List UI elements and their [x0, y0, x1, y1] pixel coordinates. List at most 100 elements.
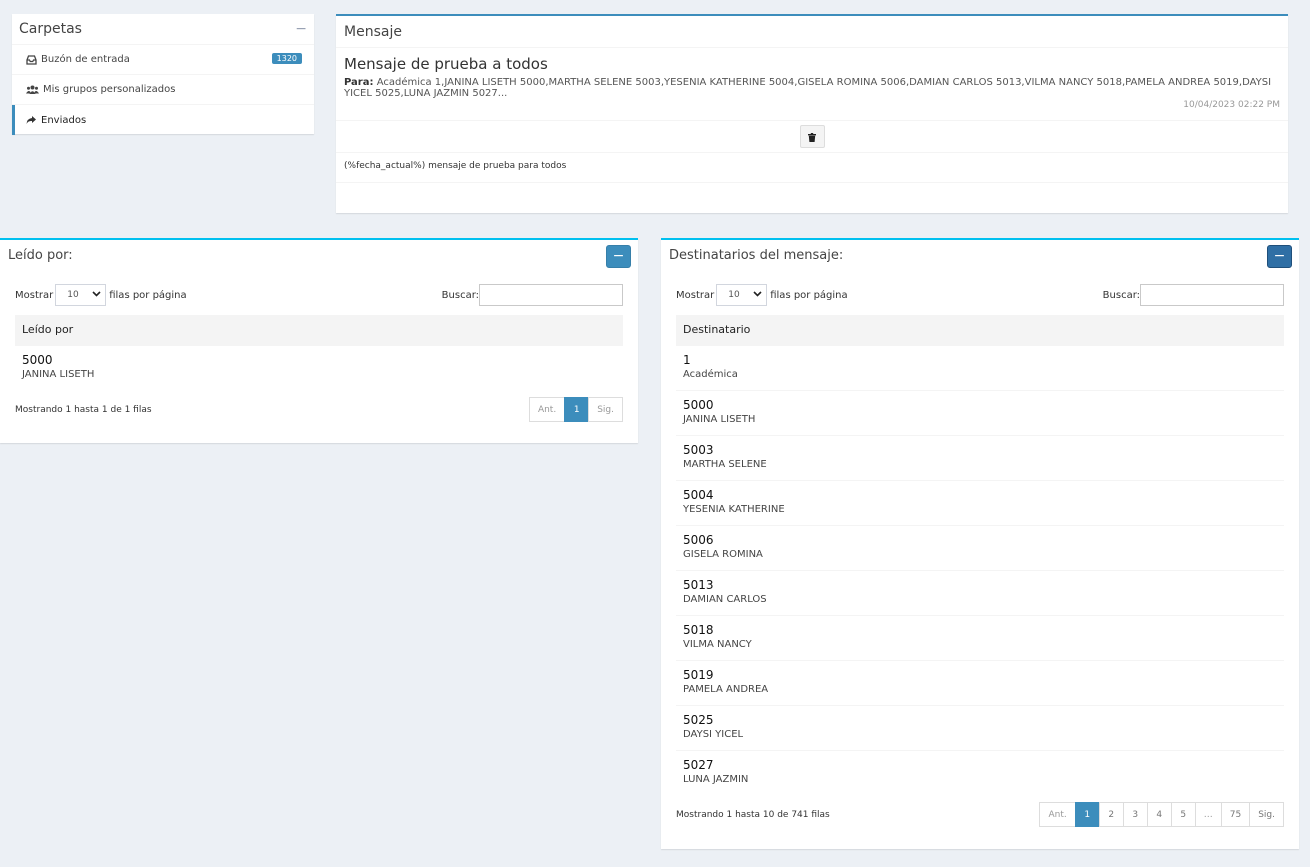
minus-icon: −	[612, 248, 625, 264]
page-button[interactable]: 3	[1122, 802, 1148, 827]
table-info: Mostrando 1 hasta 10 de 741 filas	[676, 809, 830, 820]
user-number: 5019	[683, 667, 714, 682]
inbox-count-badge: 1320	[271, 53, 302, 64]
table-row: 1 Académica	[676, 344, 1284, 390]
recipients-header: Destinatarios del mensaje: −	[661, 240, 1299, 272]
user-name: VILMA NANCY	[683, 638, 752, 650]
show-label: Mostrar	[15, 289, 54, 301]
table-row: 5003 MARTHA SELENE	[676, 434, 1284, 480]
folders-box: Carpetas − Buzón de entrada 1320 Mis gru…	[12, 14, 314, 135]
show-label: Mostrar	[676, 289, 715, 301]
table-cell: 5000 JANINA LISETH	[676, 389, 1284, 435]
table-row: 5025 DAYSI YICEL	[676, 704, 1284, 750]
recipients-title: Destinatarios del mensaje:	[669, 247, 844, 263]
readby-title: Leído por:	[8, 247, 73, 263]
folder-label: Enviados	[41, 114, 87, 126]
table-cell: 5025 DAYSI YICEL	[676, 704, 1284, 750]
prev-button[interactable]: Ant.	[528, 397, 566, 422]
table-cell: 5003 MARTHA SELENE	[676, 434, 1284, 480]
message-date: 10/04/2023 02:22 PM	[1183, 100, 1280, 110]
page-button[interactable]: 2	[1098, 802, 1124, 827]
message-body: (%fecha_actual%) mensaje de prueba para …	[336, 153, 1288, 183]
search-area: Buscar:	[442, 284, 623, 306]
table-cell: 5013 DAMIAN CARLOS	[676, 569, 1284, 615]
pagination: Ant. 1 2 3 4 5 … 75 Sig.	[1039, 802, 1284, 827]
page-button[interactable]: 5	[1170, 802, 1196, 827]
table-cell: 5018 VILMA NANCY	[676, 614, 1284, 660]
trash-icon	[808, 127, 816, 146]
delete-button[interactable]	[799, 125, 825, 148]
table-row: 5019 PAMELA ANDREA	[676, 659, 1284, 705]
user-number: 5013	[683, 577, 714, 592]
message-recipients: Para: Académica 1,JANINA LISETH 5000,MAR…	[344, 77, 1274, 99]
page-size-select[interactable]: 10	[716, 284, 768, 306]
column-header[interactable]: Leído por	[15, 315, 623, 345]
user-name: DAYSI YICEL	[683, 728, 744, 740]
folder-item-inbox[interactable]: Buzón de entrada 1320	[12, 45, 314, 75]
message-info: Mensaje de prueba a todos Para: Académic…	[336, 48, 1288, 121]
readby-table: Leído por 5000 JANINA LISETH	[15, 315, 623, 390]
user-name: YESENIA KATHERINE	[683, 503, 785, 515]
collapse-button[interactable]: −	[1267, 244, 1292, 268]
user-name: LUNA JAZMIN	[683, 773, 749, 785]
chevron-down-icon	[92, 290, 101, 300]
user-number: 5006	[683, 532, 714, 547]
page-size-select[interactable]: 10	[55, 284, 107, 306]
user-number: 5018	[683, 622, 714, 637]
search-label: Buscar:	[441, 289, 479, 301]
search-input[interactable]	[479, 284, 623, 306]
table-row: 5004 YESENIA KATHERINE	[676, 479, 1284, 525]
page-button[interactable]: 1	[1074, 802, 1100, 827]
message-header-title: Mensaje	[344, 23, 402, 40]
readby-panel: Leído por: − Mostrar 10 filas por página…	[0, 238, 638, 443]
page-button[interactable]: 1	[564, 397, 590, 422]
page-button[interactable]: 4	[1146, 802, 1172, 827]
user-number: 5027	[683, 757, 714, 772]
next-button[interactable]: Sig.	[588, 397, 623, 422]
share-icon	[24, 115, 38, 125]
page-length: Mostrar 10 filas por página	[15, 284, 187, 306]
to-list: Académica 1,JANINA LISETH 5000,MARTHA SE…	[344, 77, 1272, 99]
table-footer: Mostrando 1 hasta 10 de 741 filas Ant. 1…	[661, 802, 1299, 827]
user-number: 5004	[683, 487, 714, 502]
recipients-table: Destinatario 1 Académica 5000 JANINA LISET…	[676, 315, 1284, 795]
collapse-icon[interactable]: −	[295, 21, 307, 37]
message-subject: Mensaje de prueba a todos	[344, 55, 548, 73]
table-row: 5000 JANINA LISETH	[676, 389, 1284, 435]
search-input[interactable]	[1140, 284, 1284, 306]
table-controls: Mostrar 10 filas por página Buscar:	[0, 284, 638, 306]
table-cell: 5019 PAMELA ANDREA	[676, 659, 1284, 705]
message-toolbar	[336, 121, 1288, 153]
table-row: 5000 JANINA LISETH	[15, 344, 623, 390]
search-label: Buscar:	[1102, 289, 1140, 301]
table-cell: 5000 JANINA LISETH	[15, 344, 623, 390]
user-number: 1	[683, 352, 691, 367]
user-number: 5025	[683, 712, 714, 727]
column-header[interactable]: Destinatario	[676, 315, 1284, 345]
minus-icon: −	[1273, 248, 1286, 264]
user-name: DAMIAN CARLOS	[683, 593, 767, 605]
page-ellipsis: …	[1194, 802, 1222, 827]
page-button[interactable]: 75	[1220, 802, 1251, 827]
folder-item-sent[interactable]: Enviados	[12, 105, 314, 135]
table-footer: Mostrando 1 hasta 1 de 1 filas Ant. 1 Si…	[0, 397, 638, 422]
folders-header: Carpetas −	[12, 14, 314, 45]
table-cell: 5006 GISELA ROMINA	[676, 524, 1284, 570]
folder-item-groups[interactable]: Mis grupos personalizados	[12, 75, 314, 105]
page-length: Mostrar 10 filas por página	[676, 284, 848, 306]
table-cell: 5027 LUNA JAZMIN	[676, 749, 1284, 795]
folders-list: Buzón de entrada 1320 Mis grupos persona…	[12, 45, 314, 135]
user-name: JANINA LISETH	[683, 413, 756, 425]
to-label: Para:	[344, 77, 374, 88]
user-name: MARTHA SELENE	[683, 458, 767, 470]
folders-title: Carpetas	[19, 21, 82, 37]
user-name: Académica	[683, 368, 738, 380]
user-name: GISELA ROMINA	[683, 548, 763, 560]
rows-label: filas por página	[109, 289, 187, 301]
table-row: 5006 GISELA ROMINA	[676, 524, 1284, 570]
pagination: Ant. 1 Sig.	[528, 397, 623, 422]
prev-button[interactable]: Ant.	[1039, 802, 1076, 827]
collapse-button[interactable]: −	[606, 244, 631, 268]
next-button[interactable]: Sig.	[1249, 802, 1284, 827]
table-cell: 5004 YESENIA KATHERINE	[676, 479, 1284, 525]
